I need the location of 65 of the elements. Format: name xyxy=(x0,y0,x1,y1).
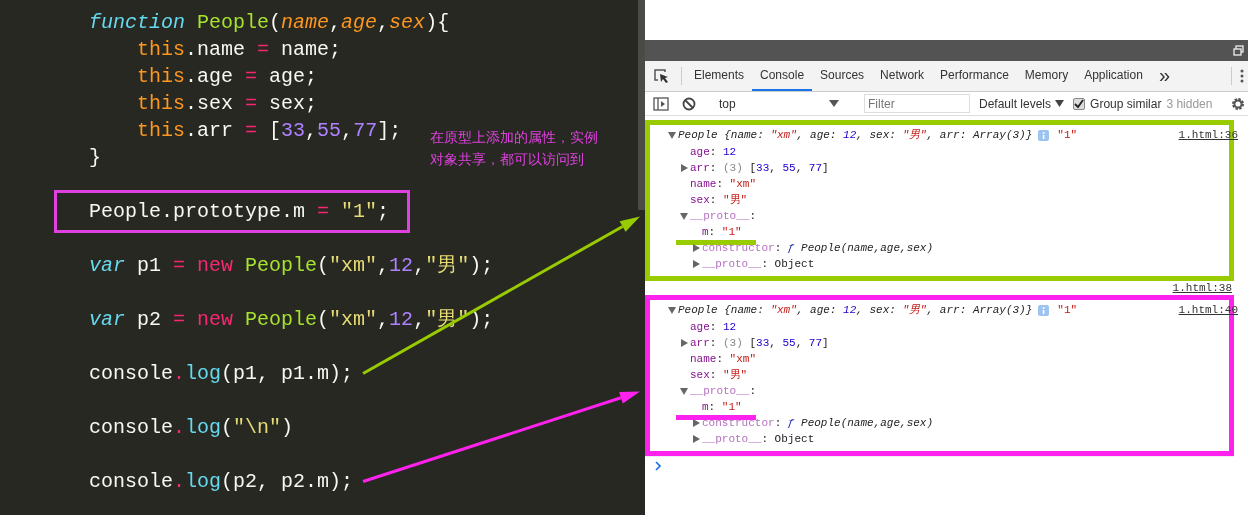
devtools-tab[interactable]: Application xyxy=(1076,61,1151,91)
property-row: __proto__: Object xyxy=(692,256,1223,272)
object-summary[interactable]: People {name: "xm", age: 12, sex: "男", arr: Array(3)} "1" xyxy=(668,127,1078,143)
devtools-tab[interactable]: Performance xyxy=(932,61,1017,91)
property-row: m: "1" xyxy=(692,399,1223,415)
code-line: console.log("\n") xyxy=(89,415,294,441)
code-line: this.name = name; xyxy=(137,37,342,63)
context-select[interactable]: top xyxy=(715,94,845,113)
property-row-text: age: 12 xyxy=(689,320,738,335)
property-row-text: sex: "男" xyxy=(689,193,749,208)
triangle-icon[interactable] xyxy=(668,306,676,314)
property-row: m: "1" xyxy=(692,224,1223,240)
code-line: console.log(p2, p2.m); xyxy=(89,469,354,495)
group-similar-checkbox[interactable] xyxy=(1073,97,1086,110)
devtools-tab[interactable]: Console xyxy=(752,61,813,91)
triangle-icon[interactable] xyxy=(692,260,700,268)
property-row-text: sex: "男" xyxy=(689,368,749,383)
hidden-count: 3 hidden xyxy=(1166,95,1213,113)
triangle-icon[interactable] xyxy=(692,435,700,443)
property-row: __proto__: xyxy=(680,383,1223,399)
property-row: arr: (3) [33, 55, 77] xyxy=(680,335,1223,351)
object-summary[interactable]: People {name: "xm", age: 12, sex: "男", arr: Array(3)} "1" xyxy=(668,302,1078,318)
triangle-icon[interactable] xyxy=(692,419,700,427)
triangle-icon[interactable] xyxy=(668,131,676,139)
source-link[interactable]: 1.html:38 xyxy=(1172,281,1232,295)
property-row-text: name: "xm" xyxy=(689,352,757,367)
triangle-icon[interactable] xyxy=(680,339,688,347)
devtools-tab[interactable]: Memory xyxy=(1016,61,1077,91)
triangle-icon[interactable] xyxy=(692,244,700,252)
settings-icon[interactable] xyxy=(1231,96,1246,111)
check-icon xyxy=(1074,98,1085,109)
caret-icon xyxy=(829,100,839,107)
more-tabs-button[interactable]: » xyxy=(1150,61,1178,91)
property-row: __proto__: xyxy=(680,208,1223,224)
triangle-icon[interactable] xyxy=(680,164,688,172)
triangle-icon[interactable] xyxy=(680,387,688,395)
annotation-text: 在原型上添加的属性，实例对象共享，都可以访问到 xyxy=(430,128,599,169)
filter-field[interactable]: Filter xyxy=(864,94,970,113)
inspect-icon[interactable] xyxy=(653,68,669,84)
devtools-tab[interactable]: Elements xyxy=(686,61,753,91)
prompt-icon[interactable] xyxy=(655,460,661,471)
property-row: arr: (3) [33, 55, 77] xyxy=(680,160,1223,176)
caret-icon xyxy=(1055,100,1065,107)
property-row-text: name: "xm" xyxy=(689,177,757,192)
devtools-tab[interactable]: Network xyxy=(872,61,933,91)
code-line: var p1 = new People("xm",12,"男"); xyxy=(89,253,494,279)
scrollbar-thumb[interactable] xyxy=(638,0,645,210)
code-line: this.age = age; xyxy=(137,64,318,90)
clear-console-icon[interactable] xyxy=(682,96,696,111)
property-row: __proto__: Object xyxy=(692,431,1223,447)
sidebar-toggle-icon[interactable] xyxy=(653,96,669,111)
code-line: this.sex = sex; xyxy=(137,91,318,117)
levels-dropdown[interactable]: Default levels xyxy=(979,94,1065,113)
triangle-icon[interactable] xyxy=(680,212,688,220)
code-line: this.arr = [33,55,77]; xyxy=(137,118,402,144)
property-row: constructor: ƒ People(name,age,sex) xyxy=(692,415,1223,431)
kebab-menu-icon[interactable] xyxy=(1240,69,1244,83)
property-row-text: age: 12 xyxy=(689,145,738,160)
code-line: console.log(p1, p1.m); xyxy=(89,361,354,387)
code-line: function People(name,age,sex){ xyxy=(89,10,450,36)
checkbox-label: Group similar xyxy=(1090,95,1162,113)
code-line: } xyxy=(89,145,101,171)
devtools-tab[interactable]: Sources xyxy=(812,61,873,91)
restore-icon[interactable] xyxy=(1233,45,1244,56)
property-row: constructor: ƒ People(name,age,sex) xyxy=(692,240,1223,256)
